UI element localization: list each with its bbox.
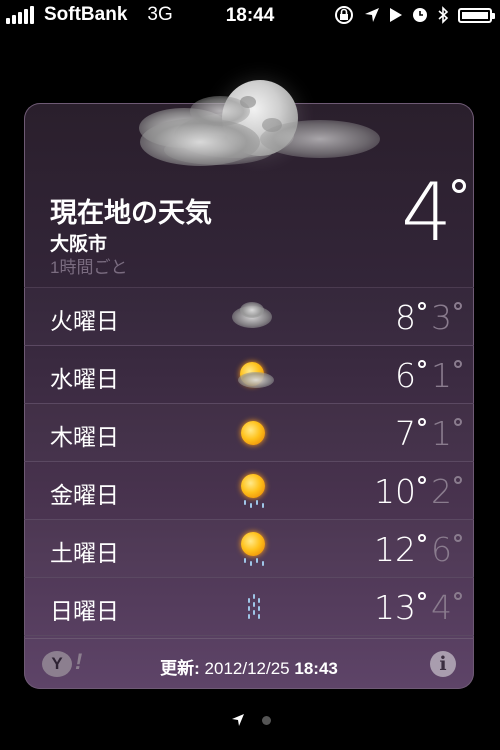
- play-icon: [390, 8, 402, 22]
- day-label: 日曜日: [50, 598, 119, 624]
- high-temperature: 8: [395, 298, 416, 337]
- high-temperature: 12: [374, 530, 416, 569]
- rain-icon: [228, 590, 278, 624]
- page-indicator[interactable]: [0, 713, 500, 729]
- updated-time: 18:43: [294, 659, 338, 678]
- weather-footer: Y ! 更新: 2012/12/25 18:43 i: [24, 638, 474, 689]
- status-bar: SoftBank 3G 18:44: [0, 0, 500, 32]
- sun-rain-icon: [228, 532, 278, 566]
- bluetooth-icon: [438, 6, 449, 24]
- page-dot: [262, 716, 271, 725]
- forecast-row: 木曜日 7 1: [24, 404, 474, 462]
- degree-symbol: [454, 418, 462, 426]
- degree-symbol: [418, 476, 426, 484]
- high-temperature: 6: [395, 356, 416, 395]
- weather-content: 現在地の天気 大阪市 1時間ごと 4 火曜日 8 3 水曜日 6 1 木曜日 7…: [24, 103, 474, 689]
- high-temperature: 13: [374, 588, 416, 627]
- location-page-icon: [232, 714, 244, 726]
- updated-date: 2012/12/25: [204, 659, 290, 678]
- location-icon: [365, 8, 379, 22]
- high-temperature: 7: [395, 414, 416, 453]
- forecast-row: 水曜日 6 1: [24, 346, 474, 404]
- alarm-clock-icon: [413, 8, 427, 22]
- location-title: 現在地の天気: [50, 198, 212, 228]
- cloudy-icon: [228, 300, 278, 334]
- rotation-lock-icon: [335, 6, 353, 24]
- degree-symbol: [418, 302, 426, 310]
- day-label: 土曜日: [50, 540, 119, 566]
- low-temperature: 1: [431, 356, 452, 395]
- degree-symbol: [418, 534, 426, 542]
- low-temperature: 6: [431, 530, 452, 569]
- info-icon[interactable]: i: [430, 651, 456, 677]
- degree-symbol: [418, 360, 426, 368]
- day-label: 木曜日: [50, 424, 119, 450]
- day-label: 水曜日: [50, 366, 119, 392]
- forecast-row: 日曜日 13 4: [24, 578, 474, 636]
- degree-symbol: [454, 360, 462, 368]
- hourly-subtitle[interactable]: 1時間ごと: [50, 253, 127, 278]
- forecast-list: 火曜日 8 3 水曜日 6 1 木曜日 7 1 金曜日 10 2 土曜日 12 …: [24, 288, 474, 636]
- low-temperature: 1: [431, 414, 452, 453]
- degree-symbol: [418, 418, 426, 426]
- updated-label: 更新:: [160, 659, 200, 678]
- degree-symbol: [452, 179, 466, 193]
- forecast-row: 土曜日 12 6: [24, 520, 474, 578]
- degree-symbol: [454, 592, 462, 600]
- degree-symbol: [454, 302, 462, 310]
- sun-rain-icon: [228, 474, 278, 508]
- degree-symbol: [454, 534, 462, 542]
- city-name: 大阪市: [50, 234, 108, 255]
- low-temperature: 3: [431, 298, 452, 337]
- battery-icon: [458, 7, 495, 23]
- sun-icon: [228, 416, 278, 450]
- high-temperature: 10: [374, 472, 416, 511]
- degree-symbol: [418, 592, 426, 600]
- day-label: 金曜日: [50, 482, 119, 508]
- day-label: 火曜日: [50, 308, 119, 334]
- forecast-row: 火曜日 8 3: [24, 288, 474, 346]
- updated-timestamp: 更新: 2012/12/25 18:43: [24, 654, 474, 679]
- degree-symbol: [454, 476, 462, 484]
- low-temperature: 2: [431, 472, 452, 511]
- current-temperature: 4: [401, 166, 452, 259]
- low-temperature: 4: [431, 588, 452, 627]
- forecast-row: 金曜日 10 2: [24, 462, 474, 520]
- partly-cloudy-icon: [228, 358, 278, 392]
